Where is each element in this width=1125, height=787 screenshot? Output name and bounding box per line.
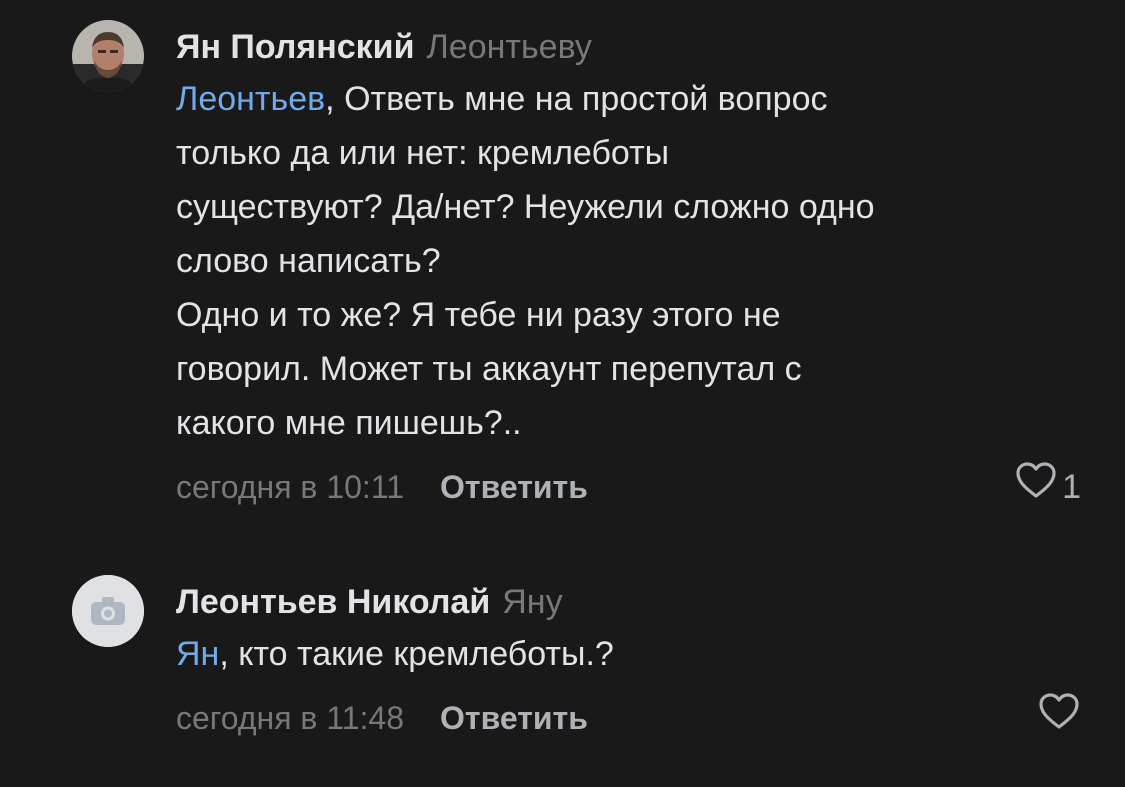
comment-meta: сегодня в 11:48 Ответить [176,693,1085,743]
like-button[interactable]: 1 [1014,462,1081,512]
heart-outline-icon [1014,460,1058,514]
like-count: 1 [1062,468,1081,506]
comment-content: Ян Полянский Леонтьеву Леонтьев, Ответь м… [176,22,1085,512]
comment-content: Леонтьев Николай Яну Ян, кто такие кремле… [176,577,1085,743]
like-button[interactable] [1037,693,1081,743]
mention-link[interactable]: Ян [176,635,219,673]
comment-time: сегодня в 10:11 [176,469,405,505]
author-name[interactable]: Ян Полянский [176,28,414,66]
reply-button[interactable]: Ответить [440,469,588,505]
comment-time: сегодня в 11:48 [176,700,405,736]
comment-text: Леонтьев, Ответь мне на простой вопрос т… [176,72,1085,450]
comment-header: Леонтьев Николай Яну [176,577,1085,627]
reply-to-label[interactable]: Яну [502,583,562,621]
reply-button[interactable]: Ответить [440,700,588,736]
author-name[interactable]: Леонтьев Николай [176,583,490,621]
reply-to-label[interactable]: Леонтьеву [426,28,591,66]
camera-placeholder-icon [72,575,144,647]
comment-meta: сегодня в 10:11 Ответить 1 [176,462,1085,512]
heart-outline-icon [1037,691,1081,745]
mention-link[interactable]: Леонтьев [176,80,325,118]
comment-body: , кто такие кремлеботы.? [219,635,614,673]
avatar[interactable] [72,20,144,92]
avatar[interactable] [72,575,144,647]
comment-body: , Ответь мне на простой вопрос только да… [176,80,875,442]
comment-header: Ян Полянский Леонтьеву [176,22,1085,72]
comment-text: Ян, кто такие кремлеботы.? [176,627,1085,681]
